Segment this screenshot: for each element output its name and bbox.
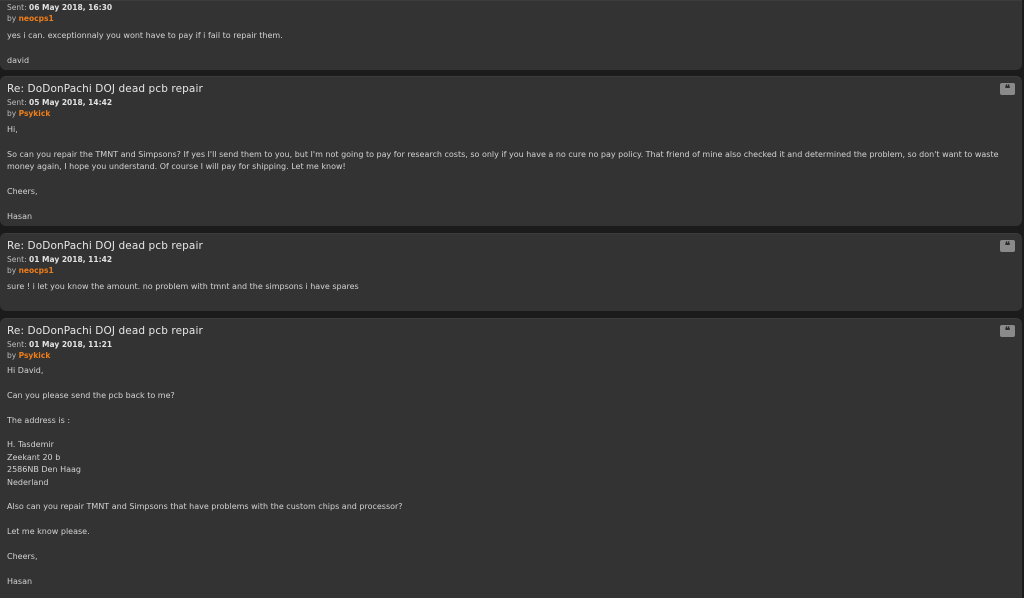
sent-date: 06 May 2018, 16:30 <box>29 3 113 12</box>
post-body: Hi David, Can you please send the pcb ba… <box>7 365 1015 588</box>
body-line <box>7 198 1015 210</box>
post-body: Hi, So can you repair the TMNT and Simps… <box>7 124 1015 223</box>
author-link[interactable]: Psykick <box>19 351 51 360</box>
author-link[interactable]: neocps1 <box>19 266 54 275</box>
post-meta: Sent: 01 May 2018, 11:21 <box>7 340 1015 351</box>
sent-date: 05 May 2018, 14:42 <box>29 98 113 107</box>
post-body: sure ! i let you know the amount. no pro… <box>7 281 1015 293</box>
by-label: by <box>7 265 17 275</box>
body-line: Hasan <box>7 576 33 586</box>
body-line: Can you please send the pcb back to me? <box>7 390 175 400</box>
body-line: money again, I hope you understand. Of c… <box>7 162 346 172</box>
post-author-line: by Psykick <box>7 351 1015 362</box>
body-line: Nederland <box>7 477 49 487</box>
body-line: Zeekant 20 b <box>7 452 61 462</box>
body-line: So can you repair the TMNT and Simpsons?… <box>7 149 999 159</box>
post-meta: Sent: 06 May 2018, 16:30 <box>7 3 1015 14</box>
body-line <box>7 377 1015 389</box>
by-label: by <box>7 350 17 360</box>
by-label: by <box>7 13 17 23</box>
sent-label: Sent: <box>7 98 27 107</box>
sent-date: 01 May 2018, 11:21 <box>29 340 113 349</box>
body-line: H. Tasdemir <box>7 440 54 450</box>
body-line <box>7 489 1015 501</box>
body-line: david <box>7 55 30 65</box>
post-body: yes i can. exceptionnaly you wont have t… <box>7 30 1015 67</box>
post-meta: Sent: 05 May 2018, 14:42 <box>7 98 1015 109</box>
post-title[interactable]: Re: DoDonPachi DOJ dead pcb repair <box>7 83 1015 96</box>
body-line: The address is : <box>7 415 71 425</box>
post-author-line: by Psykick <box>7 109 1015 120</box>
body-line: Hasan <box>7 211 33 221</box>
body-line: 2586NB Den Haag <box>7 465 81 475</box>
body-line: Hi David, <box>7 366 44 375</box>
body-line <box>7 514 1015 526</box>
author-link[interactable]: Psykick <box>19 109 51 118</box>
body-line: sure ! i let you know the amount. no pro… <box>7 282 359 291</box>
body-line: Cheers, <box>7 552 38 561</box>
body-line <box>7 563 1015 575</box>
body-line <box>7 539 1015 551</box>
sent-label: Sent: <box>7 340 27 349</box>
sent-label: Sent: <box>7 3 27 12</box>
author-link[interactable]: neocps1 <box>19 14 54 23</box>
body-line <box>7 136 1015 148</box>
message-post: ❝ Re: DoDonPachi DOJ dead pcb repair Sen… <box>0 233 1022 311</box>
body-line <box>7 174 1015 186</box>
message-post: ❝ Re: DoDonPachi DOJ dead pcb repair Sen… <box>0 76 1022 226</box>
message-post: Sent: 06 May 2018, 16:30 by neocps1 yes … <box>0 0 1022 70</box>
body-line: Also can you repair TMNT and Simpsons th… <box>7 502 403 512</box>
post-title[interactable]: Re: DoDonPachi DOJ dead pcb repair <box>7 240 1015 253</box>
body-line: yes i can. exceptionnaly you wont have t… <box>7 31 283 40</box>
body-line: Let me know please. <box>7 527 90 537</box>
body-line <box>7 402 1015 414</box>
message-post: ❝ Re: DoDonPachi DOJ dead pcb repair Sen… <box>0 318 1022 598</box>
body-line: Hi, <box>7 125 18 134</box>
body-line <box>7 427 1015 439</box>
sent-label: Sent: <box>7 255 27 264</box>
post-author-line: by neocps1 <box>7 266 1015 277</box>
body-line: Cheers, <box>7 187 38 196</box>
post-meta: Sent: 01 May 2018, 11:42 <box>7 255 1015 266</box>
post-author-line: by neocps1 <box>7 14 1015 25</box>
by-label: by <box>7 108 17 118</box>
post-title[interactable]: Re: DoDonPachi DOJ dead pcb repair <box>7 325 1015 338</box>
sent-date: 01 May 2018, 11:42 <box>29 255 113 264</box>
body-line <box>7 42 1015 54</box>
